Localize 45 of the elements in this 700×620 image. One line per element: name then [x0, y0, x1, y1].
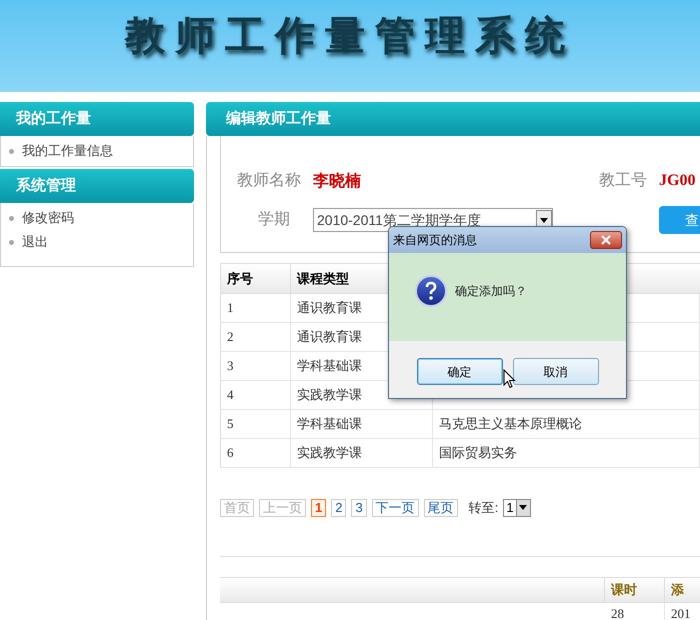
- sidebar-section-header: 我的工作量: [0, 102, 194, 136]
- sidebar-link[interactable]: 退出: [22, 232, 48, 252]
- table-cell: 马克思主义基本原理概论: [433, 410, 700, 438]
- sidebar-link[interactable]: 我的工作量信息: [22, 141, 113, 161]
- goto-label: 转至:: [468, 499, 498, 517]
- sidebar-link[interactable]: 修改密码: [22, 208, 74, 228]
- table-cell: 4: [221, 381, 291, 409]
- table-cell: 1: [221, 294, 291, 322]
- dialog-button[interactable]: 取消: [512, 358, 598, 385]
- table-cell: 国际贸易实务: [433, 439, 700, 467]
- dialog-button[interactable]: 确定: [416, 358, 502, 385]
- table-cell: 3: [221, 352, 291, 380]
- page-select[interactable]: 1: [503, 498, 531, 517]
- banner-title: 教师工作量管理系统: [125, 11, 575, 61]
- teacher-name: 李晓楠: [313, 170, 361, 192]
- page-button[interactable]: 下一页: [372, 498, 419, 517]
- table-cell: 6: [221, 439, 291, 467]
- page-button[interactable]: 1: [311, 498, 326, 517]
- close-icon: [600, 235, 612, 245]
- mouse-pointer-icon: [503, 369, 516, 389]
- page-button[interactable]: 3: [351, 498, 367, 517]
- dialog-message: 确定添加吗？: [455, 283, 527, 300]
- staff-id: JG00: [659, 171, 696, 191]
- column-header: 添: [670, 580, 685, 599]
- table-cell: 实践教学课: [291, 439, 433, 467]
- page-button[interactable]: 尾页: [424, 498, 458, 517]
- table-cell: 28: [605, 602, 665, 620]
- table-cell: 2: [221, 323, 291, 351]
- table-cell: 学科基础课: [291, 410, 433, 438]
- field-label: 教工号: [599, 171, 648, 191]
- field-label: 学期: [258, 210, 291, 230]
- dialog-title: 来自网页的消息: [393, 232, 477, 249]
- bullet-icon: [9, 148, 14, 154]
- field-label: 教师名称: [237, 171, 302, 191]
- panel-header: 编辑教师工作量: [206, 102, 700, 136]
- column-header: 序号: [221, 264, 291, 293]
- bullet-icon: [9, 240, 14, 244]
- column-header: 课时: [605, 578, 665, 602]
- bullet-icon: [9, 216, 14, 220]
- close-button[interactable]: [590, 231, 622, 249]
- table-cell-text: 201: [670, 604, 692, 620]
- sidebar-section-header: 系统管理: [0, 169, 194, 203]
- table-cell: 5: [221, 410, 291, 438]
- question-icon: [415, 275, 447, 307]
- page-button[interactable]: 2: [331, 498, 346, 517]
